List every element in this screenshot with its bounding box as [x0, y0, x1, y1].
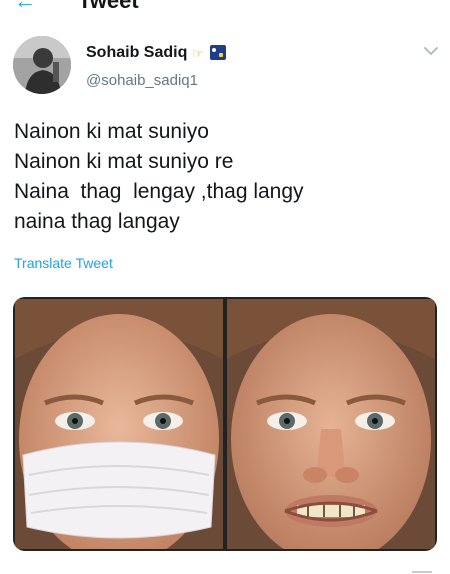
- tweet-text-line: naina thag langay: [14, 210, 180, 233]
- left-photo-with-mask[interactable]: [15, 299, 223, 549]
- tweet-text-line: Nainon ki mat suniyo re: [14, 150, 234, 173]
- hand-pointing-icon: ☞: [192, 46, 204, 61]
- right-photo-without-mask[interactable]: [227, 299, 435, 549]
- arrow-left-icon[interactable]: ←: [14, 0, 36, 14]
- header-title: Tweet: [78, 0, 139, 13]
- avatar[interactable]: [13, 36, 71, 94]
- chevron-down-icon[interactable]: [424, 46, 438, 56]
- tweet-text-line: Nainon ki mat suniyo: [14, 120, 209, 143]
- author-handle[interactable]: @sohaib_sadiq1: [86, 72, 198, 89]
- translate-tweet-link[interactable]: Translate Tweet: [14, 255, 113, 271]
- tweet-text: Nainon ki mat suniyo Nainon ki mat suniy…: [14, 117, 434, 237]
- tweet-media[interactable]: [13, 297, 437, 551]
- night-sky-flag-icon: [210, 45, 226, 60]
- top-header: ← Tweet: [0, 0, 450, 14]
- tweet-text-line: Naina thag lengay ,thag langy: [14, 180, 304, 203]
- author-name[interactable]: Sohaib Sadiq: [86, 44, 187, 62]
- divider: [412, 571, 432, 573]
